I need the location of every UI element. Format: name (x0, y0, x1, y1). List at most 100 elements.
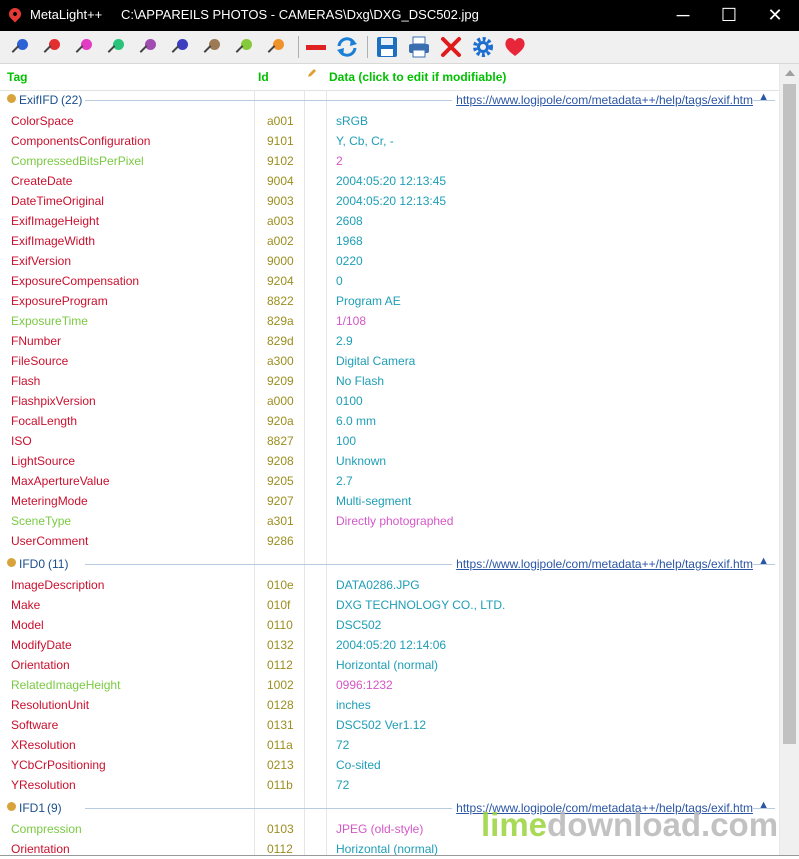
tag-value[interactable]: Program AE (336, 294, 401, 308)
tag-value[interactable]: Horizontal (normal) (336, 658, 438, 672)
table-row[interactable]: ComponentsConfiguration 9101 Y, Cb, Cr, - (0, 131, 779, 151)
collapse-icon[interactable]: ▲ (758, 91, 769, 103)
table-row[interactable]: Orientation 0112 Horizontal (normal) (0, 655, 779, 675)
table-row[interactable]: ExposureTime 829a 1/108 (0, 311, 779, 331)
pin-button-6[interactable] (166, 34, 192, 60)
table-row[interactable]: UserComment 9286 (0, 531, 779, 551)
table-row[interactable]: CreateDate 9004 2004:05:20 12:13:45 (0, 171, 779, 191)
close-button[interactable]: ✕ (752, 0, 798, 31)
table-row[interactable]: ResolutionUnit 0128 inches (0, 695, 779, 715)
table-row[interactable]: XResolution 011a 72 (0, 735, 779, 755)
tag-value[interactable]: 72 (336, 778, 349, 792)
tag-value[interactable]: 2004:05:20 12:14:06 (336, 638, 446, 652)
table-row[interactable]: ExifVersion 9000 0220 (0, 251, 779, 271)
scroll-up-icon[interactable] (785, 70, 795, 76)
tag-value[interactable]: Horizontal (normal) (336, 842, 438, 856)
tag-value[interactable]: DSC502 Ver1.12 (336, 718, 426, 732)
table-row[interactable]: YResolution 011b 72 (0, 775, 779, 795)
tag-value[interactable]: 1968 (336, 234, 363, 248)
tag-value[interactable]: 2004:05:20 12:13:45 (336, 174, 446, 188)
favorite-button[interactable] (502, 34, 528, 60)
tag-id: a000 (267, 394, 294, 408)
table-row[interactable]: ISO 8827 100 (0, 431, 779, 451)
tag-value[interactable]: 2.9 (336, 334, 353, 348)
minimize-button[interactable]: ─ (660, 0, 706, 31)
print-button[interactable] (406, 34, 432, 60)
scrollbar-thumb[interactable] (783, 84, 796, 744)
group-name: IFD0 (19, 557, 46, 571)
table-row[interactable]: ExifImageHeight a003 2608 (0, 211, 779, 231)
tag-id: 9204 (267, 274, 294, 288)
delete-icon (441, 37, 461, 57)
table-row[interactable]: YCbCrPositioning 0213 Co-sited (0, 755, 779, 775)
tag-value[interactable]: 0 (336, 274, 343, 288)
table-row[interactable]: ModifyDate 0132 2004:05:20 12:14:06 (0, 635, 779, 655)
remove-button[interactable] (303, 34, 329, 60)
table-row[interactable]: MaxApertureValue 9205 2.7 (0, 471, 779, 491)
tag-value[interactable]: Y, Cb, Cr, - (336, 134, 394, 148)
collapse-icon[interactable]: ▲ (758, 555, 769, 567)
pin-button-1[interactable] (6, 34, 32, 60)
pin-button-8[interactable] (230, 34, 256, 60)
column-tag[interactable]: Tag (7, 70, 27, 84)
table-row[interactable]: ExposureProgram 8822 Program AE (0, 291, 779, 311)
save-button[interactable] (374, 34, 400, 60)
table-row[interactable]: RelatedImageHeight 1002 0996:1232 (0, 675, 779, 695)
help-link[interactable]: https://www.logipole/com/metadata++/help… (452, 557, 753, 571)
table-row[interactable]: ExifImageWidth a002 1968 (0, 231, 779, 251)
tag-value[interactable]: DXG TECHNOLOGY CO., LTD. (336, 598, 505, 612)
tag-value[interactable]: Digital Camera (336, 354, 415, 368)
tag-value[interactable]: No Flash (336, 374, 384, 388)
pin-button-5[interactable] (134, 34, 160, 60)
table-row[interactable]: FocalLength 920a 6.0 mm (0, 411, 779, 431)
tag-value[interactable]: 2608 (336, 214, 363, 228)
table-row[interactable]: Flash 9209 No Flash (0, 371, 779, 391)
tag-value[interactable]: 0100 (336, 394, 363, 408)
tag-value[interactable]: sRGB (336, 114, 368, 128)
table-row[interactable]: SceneType a301 Directly photographed (0, 511, 779, 531)
pin-button-3[interactable] (70, 34, 96, 60)
delete-button[interactable] (438, 34, 464, 60)
tag-id: 9000 (267, 254, 294, 268)
group-header[interactable]: IFD0 https://www.logipole/com/metadata++/… (0, 554, 779, 574)
tag-value[interactable]: Co-sited (336, 758, 381, 772)
tag-value[interactable]: inches (336, 698, 371, 712)
pin-button-7[interactable] (198, 34, 224, 60)
help-link[interactable]: https://www.logipole/com/metadata++/help… (452, 93, 753, 107)
column-data[interactable]: Data (click to edit if modifiable) (329, 70, 506, 84)
table-row[interactable]: DateTimeOriginal 9003 2004:05:20 12:13:45 (0, 191, 779, 211)
table-row[interactable]: FlashpixVersion a000 0100 (0, 391, 779, 411)
pin-button-4[interactable] (102, 34, 128, 60)
column-id[interactable]: Id (258, 70, 269, 84)
tag-value[interactable]: Unknown (336, 454, 386, 468)
tag-value[interactable]: 2.7 (336, 474, 353, 488)
tag-value[interactable]: 0220 (336, 254, 363, 268)
pin-icon (144, 38, 156, 50)
pin-button-9[interactable] (262, 34, 288, 60)
table-row[interactable]: FNumber 829d 2.9 (0, 331, 779, 351)
tag-value[interactable]: 6.0 mm (336, 414, 376, 428)
maximize-button[interactable]: ☐ (706, 0, 752, 31)
settings-button[interactable] (470, 34, 496, 60)
table-row[interactable]: Software 0131 DSC502 Ver1.12 (0, 715, 779, 735)
table-row[interactable]: ColorSpace a001 sRGB (0, 111, 779, 131)
table-row[interactable]: MeteringMode 9207 Multi-segment (0, 491, 779, 511)
table-row[interactable]: FileSource a300 Digital Camera (0, 351, 779, 371)
table-row[interactable]: Model 0110 DSC502 (0, 615, 779, 635)
pin-button-2[interactable] (38, 34, 64, 60)
tag-value[interactable]: 100 (336, 434, 356, 448)
refresh-button[interactable] (334, 34, 360, 60)
table-row[interactable]: ExposureCompensation 9204 0 (0, 271, 779, 291)
tag-value[interactable]: Multi-segment (336, 494, 411, 508)
tag-name: ResolutionUnit (11, 698, 90, 712)
table-row[interactable]: ImageDescription 010e DATA0286.JPG (0, 575, 779, 595)
group-header[interactable]: ExifIFD https://www.logipole/com/metadata… (0, 90, 779, 110)
table-row[interactable]: CompressedBitsPerPixel 9102 2 (0, 151, 779, 171)
tag-value[interactable]: 72 (336, 738, 349, 752)
tag-value[interactable]: DSC502 (336, 618, 381, 632)
table-row[interactable]: Make 010f DXG TECHNOLOGY CO., LTD. (0, 595, 779, 615)
tag-value[interactable]: DATA0286.JPG (336, 578, 420, 592)
tag-value[interactable]: 2004:05:20 12:13:45 (336, 194, 446, 208)
table-row[interactable]: LightSource 9208 Unknown (0, 451, 779, 471)
vertical-scrollbar[interactable] (779, 64, 799, 856)
